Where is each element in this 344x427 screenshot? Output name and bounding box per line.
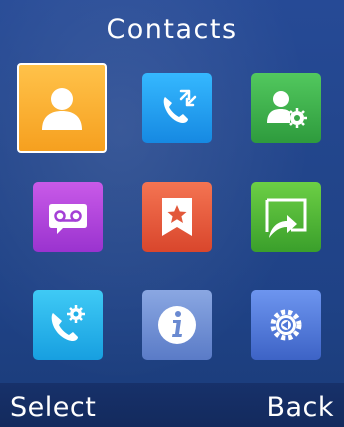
contact-settings-icon xyxy=(267,91,307,128)
menu-item-call-transfer[interactable] xyxy=(142,73,212,143)
menu-item-system-settings[interactable] xyxy=(251,290,321,360)
menu-item-contact-settings[interactable] xyxy=(251,73,321,143)
page-title: Contacts xyxy=(106,14,238,45)
menu-item-forward[interactable] xyxy=(251,182,321,252)
back-softkey[interactable]: Back xyxy=(266,391,334,425)
menu-item-contacts[interactable] xyxy=(17,63,107,153)
contacts-person-icon xyxy=(42,88,82,130)
voicemail-icon xyxy=(49,204,87,234)
call-transfer-icon xyxy=(163,89,197,123)
menu-item-favorites[interactable] xyxy=(142,182,212,252)
bookmark-star-icon xyxy=(162,198,192,236)
menu-item-info[interactable] xyxy=(142,290,212,360)
menu-item-call-settings[interactable] xyxy=(33,290,103,360)
call-settings-icon xyxy=(51,305,85,341)
system-settings-icon xyxy=(270,309,302,341)
menu-item-voicemail[interactable] xyxy=(33,182,103,252)
forward-arrow-icon xyxy=(265,198,307,238)
phone-screen: Contacts Select Back xyxy=(0,0,344,427)
info-icon xyxy=(158,306,196,344)
select-softkey[interactable]: Select xyxy=(10,391,96,425)
